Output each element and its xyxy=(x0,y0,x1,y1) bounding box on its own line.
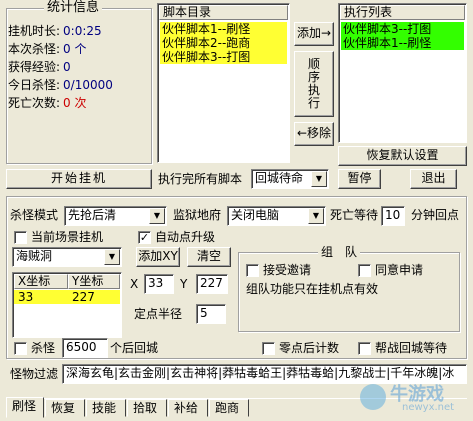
help-wait-checkbox[interactable] xyxy=(358,342,371,355)
start-hangup-button[interactable]: 开始挂机 xyxy=(6,169,152,189)
help-wait-label: 帮战回城等待 xyxy=(375,341,448,355)
jail-value: 关闭电脑 xyxy=(231,208,280,222)
death-wait-input[interactable]: 10 xyxy=(381,206,405,226)
stat-row: 死亡次数: 0 次 xyxy=(8,94,113,112)
remove-script-button[interactable]: ←移除 xyxy=(294,122,334,146)
clear-button[interactable]: 清空 xyxy=(187,247,231,267)
script-directory-item[interactable]: 伙伴脚本1--刷怪 xyxy=(160,22,287,36)
order-char: 行 xyxy=(307,96,320,111)
kill-count-checkbox[interactable] xyxy=(14,342,27,355)
coordinate-table[interactable]: X坐标 Y坐标 33 227 xyxy=(12,272,122,338)
coordinate-x-cell: 33 xyxy=(18,290,34,304)
stat-label: 本次杀怪: xyxy=(8,42,61,56)
after-all-label: 执行完所有脚本 xyxy=(158,172,243,186)
order-char: 顺 xyxy=(307,56,320,71)
team-note: 组队功能只在挂机点有效 xyxy=(246,282,379,296)
tab-item[interactable]: 刷怪 xyxy=(6,397,44,418)
coordinate-y-cell: 227 xyxy=(72,290,95,304)
stat-value: 0/10000 xyxy=(63,78,113,92)
stat-row: 挂机时长: 0:0:25 xyxy=(8,22,113,40)
tab-item[interactable]: 补给 xyxy=(168,399,208,417)
team-title: 组 队 xyxy=(318,245,361,259)
monster-filter-label: 怪物过滤 xyxy=(10,367,59,381)
zero-count-label: 零点后计数 xyxy=(279,341,340,355)
watermark: 牛游戏 newyx.net xyxy=(360,378,470,418)
y-input[interactable]: 227 xyxy=(196,274,228,294)
tab-item[interactable]: 恢复 xyxy=(45,399,85,417)
accept-invite-label: 接受邀请 xyxy=(263,263,312,277)
chevron-down-icon[interactable]: ▼ xyxy=(308,208,324,224)
coordinate-rows: 33 227 xyxy=(14,290,120,304)
stats-title: 统计信息 xyxy=(44,1,103,15)
script-directory-item[interactable]: 伙伴脚本2--跑商 xyxy=(160,36,287,50)
execution-list-item[interactable]: 伙伴脚本1--刷怪 xyxy=(341,36,464,50)
jail-label: 监狱地府 xyxy=(173,208,222,222)
x-label: X xyxy=(130,277,139,291)
stat-value: 0 xyxy=(63,60,71,74)
watermark-logo-icon xyxy=(360,384,386,410)
stat-label: 死亡次数: xyxy=(8,96,61,110)
add-script-button[interactable]: 添加→ xyxy=(294,22,334,46)
stats-rows: 挂机时长: 0:0:25 本次杀怪: 0 个获得经验: 0 今日杀怪: 0/10000 死亡次… xyxy=(8,22,113,112)
y-label: Y xyxy=(180,277,188,291)
script-directory-list[interactable]: 脚本目录 伙伴脚本1--刷怪 伙伴脚本2--跑商 伙伴脚本3--打图 xyxy=(157,3,290,163)
add-xy-button[interactable]: 添加XY xyxy=(136,247,180,267)
current-scene-checkbox[interactable] xyxy=(14,231,27,244)
agree-apply-label: 同意申请 xyxy=(375,263,424,277)
watermark-url: newyx.net xyxy=(402,402,455,413)
stat-row: 本次杀怪: 0 个 xyxy=(8,40,113,58)
death-wait-unit: 分钟回点 xyxy=(411,208,460,222)
map-value: 海贼洞 xyxy=(16,249,53,263)
accept-invite-checkbox[interactable] xyxy=(246,264,259,277)
stat-label: 获得经验: xyxy=(8,60,61,74)
order-execute-button[interactable]: 顺 序 执 行 xyxy=(294,51,334,117)
stat-value: 0:0:25 xyxy=(63,24,102,38)
radius-input[interactable]: 5 xyxy=(196,304,226,324)
restore-defaults-button[interactable]: 恢复默认设置 xyxy=(338,146,467,166)
coordinate-row[interactable]: 33 227 xyxy=(14,290,120,304)
jail-select[interactable]: 关闭电脑 ▼ xyxy=(227,206,326,226)
stat-row: 今日杀怪: 0/10000 xyxy=(8,76,113,94)
script-directory-items: 伙伴脚本1--刷怪 伙伴脚本2--跑商 伙伴脚本3--打图 xyxy=(160,22,287,64)
stat-label: 挂机时长: xyxy=(8,24,61,38)
chevron-down-icon[interactable]: ▼ xyxy=(149,208,165,224)
kill-mode-select[interactable]: 先抢后清 ▼ xyxy=(64,206,167,226)
stat-label: 今日杀怪: xyxy=(8,78,61,92)
after-all-select[interactable]: 回城待命 ▼ xyxy=(251,169,329,189)
kill-count-input[interactable]: 6500 xyxy=(62,338,108,358)
tab-item[interactable]: 跑商 xyxy=(209,399,249,417)
script-directory-header: 脚本目录 xyxy=(159,5,288,20)
auto-upgrade-checkbox[interactable]: ✓ xyxy=(138,231,151,244)
execution-list-items: 伙伴脚本3--打图 伙伴脚本1--刷怪 xyxy=(341,22,464,50)
exit-button[interactable]: 退出 xyxy=(410,169,457,189)
kill-mode-label: 杀怪模式 xyxy=(10,208,59,222)
execution-list-item[interactable]: 伙伴脚本3--打图 xyxy=(341,22,464,36)
tab-item[interactable]: 拾取 xyxy=(127,399,167,417)
agree-apply-checkbox[interactable] xyxy=(358,264,371,277)
tab-item[interactable]: 技能 xyxy=(86,399,126,417)
kill-count-label: 杀怪 xyxy=(31,341,56,355)
coord-header-y: Y坐标 xyxy=(68,274,120,289)
script-directory-item[interactable]: 伙伴脚本3--打图 xyxy=(160,50,287,64)
after-all-value: 回城待命 xyxy=(255,171,304,185)
stat-value: 0 次 xyxy=(63,96,87,110)
chevron-down-icon[interactable]: ▼ xyxy=(104,249,120,265)
coord-header-x: X坐标 xyxy=(14,274,68,289)
execution-list-header: 执行列表 xyxy=(340,5,465,20)
stat-row: 获得经验: 0 xyxy=(8,58,113,76)
map-select[interactable]: 海贼洞 ▼ xyxy=(12,247,122,267)
kill-mode-value: 先抢后清 xyxy=(68,208,117,222)
x-input[interactable]: 33 xyxy=(144,274,174,294)
kill-count-suffix: 个后回城 xyxy=(110,341,159,355)
auto-upgrade-label: 自动点升级 xyxy=(155,230,216,244)
current-scene-label: 当前场景挂机 xyxy=(31,230,104,244)
radius-label: 定点半径 xyxy=(134,307,183,321)
pause-button[interactable]: 暂停 xyxy=(338,169,381,189)
chevron-down-icon[interactable]: ▼ xyxy=(311,171,327,187)
stat-value: 0 个 xyxy=(63,42,87,56)
death-wait-label: 死亡等待 xyxy=(330,208,379,222)
zero-count-checkbox[interactable] xyxy=(262,342,275,355)
execution-list[interactable]: 执行列表 伙伴脚本3--打图 伙伴脚本1--刷怪 xyxy=(338,3,467,143)
